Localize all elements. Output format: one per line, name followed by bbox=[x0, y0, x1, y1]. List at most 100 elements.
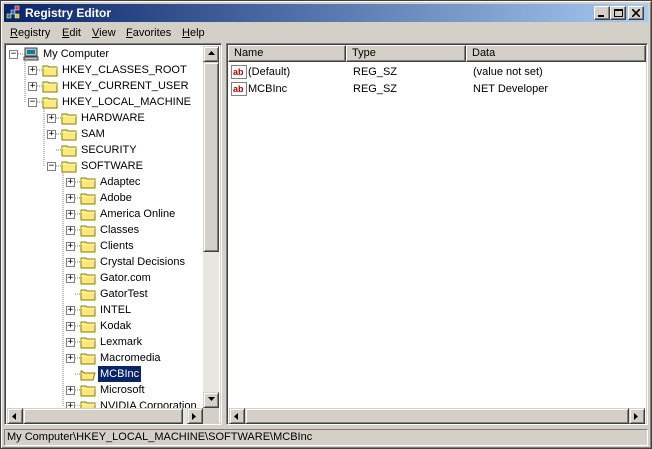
tree-item[interactable]: + Clients bbox=[5, 238, 201, 254]
expand-icon[interactable]: + bbox=[66, 193, 75, 203]
tree-item-label: Crystal Decisions bbox=[100, 256, 185, 268]
tree-item[interactable]: + Microsoft bbox=[5, 382, 201, 398]
tree-item[interactable]: MCBInc bbox=[5, 365, 201, 383]
tree-item[interactable]: + Gator.com bbox=[5, 270, 201, 286]
tree-item-label: SAM bbox=[81, 128, 105, 140]
expand-icon[interactable]: + bbox=[47, 113, 56, 123]
close-button[interactable] bbox=[628, 6, 644, 20]
tree-item[interactable]: + HKEY_CLASSES_ROOT bbox=[5, 62, 201, 78]
column-header-name[interactable]: Name bbox=[228, 45, 346, 62]
tree-item-label: Macromedia bbox=[100, 352, 161, 364]
tree-item-label: Adobe bbox=[100, 192, 132, 204]
value-type: REG_SZ bbox=[353, 66, 398, 78]
title-bar[interactable]: Registry Editor bbox=[4, 4, 648, 22]
tree-item-label: INTEL bbox=[100, 304, 132, 316]
tree-item-label: HKEY_CURRENT_USER bbox=[62, 80, 189, 92]
expand-icon[interactable]: + bbox=[66, 273, 75, 283]
menu-help[interactable]: Help bbox=[182, 26, 205, 40]
expand-icon[interactable]: + bbox=[66, 385, 75, 395]
tree-item-label: Microsoft bbox=[100, 384, 145, 396]
expand-icon[interactable]: + bbox=[66, 321, 75, 331]
list-scroll-right-button[interactable] bbox=[629, 408, 645, 424]
folder-icon bbox=[80, 177, 96, 189]
menu-favorites[interactable]: Favorites bbox=[126, 26, 171, 40]
list-scroll-left-button[interactable] bbox=[229, 408, 245, 424]
tree-item[interactable]: + Lexmark bbox=[5, 334, 201, 350]
expand-icon[interactable]: + bbox=[66, 353, 75, 363]
tree-item[interactable]: + Adobe bbox=[5, 190, 201, 206]
column-header-data[interactable]: Data bbox=[466, 45, 646, 62]
tree-horizontal-scroll-thumb[interactable] bbox=[23, 408, 183, 424]
tree-vertical-scroll-thumb[interactable] bbox=[203, 62, 219, 252]
expand-icon[interactable]: + bbox=[66, 225, 75, 235]
column-header-type[interactable]: Type bbox=[346, 45, 466, 62]
value-name: MCBInc bbox=[248, 83, 288, 95]
tree-item[interactable]: + Macromedia bbox=[5, 350, 201, 366]
menu-edit[interactable]: Edit bbox=[62, 26, 81, 40]
tree-item[interactable]: GatorTest bbox=[5, 286, 201, 302]
expand-icon[interactable]: + bbox=[66, 337, 75, 347]
expand-icon[interactable]: + bbox=[28, 81, 37, 91]
registry-editor-window: Registry Editor Registry Edit View Favor… bbox=[0, 0, 652, 449]
expand-icon[interactable]: + bbox=[66, 305, 75, 315]
tree-item[interactable]: + Adaptec bbox=[5, 174, 201, 190]
tree-item[interactable]: + HKEY_CURRENT_USER bbox=[5, 78, 201, 94]
registry-editor-icon bbox=[6, 5, 20, 19]
string-value-icon: ab bbox=[231, 82, 247, 96]
tree-item[interactable]: + Kodak bbox=[5, 318, 201, 334]
tree-item-label: MCBInc bbox=[96, 365, 143, 383]
expand-icon[interactable]: + bbox=[66, 241, 75, 251]
values-list-pane[interactable]: Name Type Data ab (Default) REG_SZ (valu… bbox=[226, 43, 648, 425]
tree-scroll-right-button[interactable] bbox=[187, 408, 203, 424]
tree-item[interactable]: − SOFTWARE bbox=[5, 158, 201, 174]
folder-icon bbox=[42, 65, 58, 77]
value-data: NET Developer bbox=[473, 83, 548, 95]
tree-item-label: GatorTest bbox=[100, 288, 148, 300]
tree-item[interactable]: + Crystal Decisions bbox=[5, 254, 201, 270]
tree-item[interactable]: − HKEY_LOCAL_MACHINE bbox=[5, 94, 201, 110]
tree-item[interactable]: + Classes bbox=[5, 222, 201, 238]
minimize-button[interactable] bbox=[594, 6, 610, 20]
menu-registry[interactable]: Registry bbox=[10, 26, 50, 40]
tree-item[interactable]: + HARDWARE bbox=[5, 110, 201, 126]
expand-icon[interactable]: + bbox=[28, 65, 37, 75]
folder-icon bbox=[80, 289, 96, 301]
tree-item[interactable]: + SAM bbox=[5, 126, 201, 142]
list-horizontal-scroll-thumb[interactable] bbox=[245, 408, 629, 424]
collapse-icon[interactable]: − bbox=[28, 97, 37, 107]
computer-icon bbox=[23, 47, 39, 61]
tree-item-label: SOFTWARE bbox=[81, 160, 143, 172]
string-value-icon: ab bbox=[231, 65, 247, 79]
tree-scroll-down-button[interactable] bbox=[203, 392, 219, 408]
tree-item-label: Adaptec bbox=[100, 176, 141, 188]
menu-view[interactable]: View bbox=[92, 26, 116, 40]
tree-item[interactable]: SECURITY bbox=[5, 142, 201, 158]
collapse-icon[interactable]: − bbox=[47, 161, 56, 171]
tree-item[interactable]: + INTEL bbox=[5, 302, 201, 318]
folder-icon bbox=[61, 113, 77, 125]
expand-icon[interactable]: + bbox=[47, 129, 56, 139]
expand-icon[interactable]: + bbox=[66, 177, 75, 187]
key-tree-pane[interactable]: − My Computer + HKEY_CLASSES_ROOT + HKEY_CURR… bbox=[4, 43, 222, 425]
value-data: (value not set) bbox=[473, 66, 543, 78]
tree-item[interactable]: + America Online bbox=[5, 206, 201, 222]
arrow-right-icon bbox=[634, 413, 638, 420]
folder-icon bbox=[80, 273, 96, 285]
folder-icon bbox=[61, 129, 77, 141]
tree-scroll-left-button[interactable] bbox=[7, 408, 23, 424]
arrow-right-icon bbox=[192, 413, 196, 420]
maximize-button[interactable] bbox=[610, 6, 626, 20]
tree-item-label: SECURITY bbox=[81, 144, 137, 156]
arrow-down-icon bbox=[208, 397, 215, 401]
tree-scroll-up-button[interactable] bbox=[203, 46, 219, 62]
value-row[interactable]: ab MCBInc REG_SZ NET Developer bbox=[229, 81, 645, 98]
folder-icon bbox=[80, 257, 96, 269]
open-folder-icon bbox=[80, 370, 96, 381]
expand-icon[interactable]: + bbox=[66, 257, 75, 267]
tree-item-label: Gator.com bbox=[100, 272, 151, 284]
value-row[interactable]: ab (Default) REG_SZ (value not set) bbox=[229, 64, 645, 81]
collapse-icon[interactable]: − bbox=[9, 49, 18, 59]
tree-root-my-computer[interactable]: − My Computer bbox=[5, 46, 201, 62]
arrow-left-icon bbox=[234, 413, 238, 420]
expand-icon[interactable]: + bbox=[66, 209, 75, 219]
